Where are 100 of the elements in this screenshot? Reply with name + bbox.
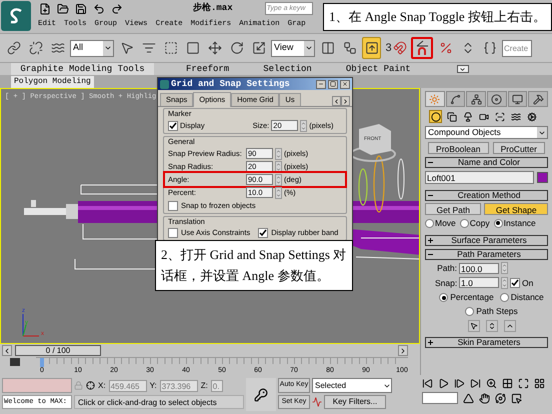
ribbon-tab[interactable]: Freeform bbox=[184, 63, 232, 75]
instruction-note: 1、在 Angle Snap Toggle 按钮上右击。 bbox=[323, 3, 552, 31]
view-cube-drawing[interactable] bbox=[350, 124, 396, 162]
object-type-button[interactable]: ProBoolean bbox=[428, 142, 489, 154]
command-button[interactable]: Get Shape bbox=[484, 203, 548, 215]
minimize-button[interactable] bbox=[316, 80, 326, 88]
radio-button[interactable] bbox=[460, 218, 469, 228]
ribbon-dropdown-button[interactable] bbox=[456, 65, 469, 73]
next-frame-button[interactable] bbox=[398, 345, 408, 356]
time-slider[interactable]: 0 / 100 bbox=[15, 345, 101, 356]
quick-access-button[interactable] bbox=[38, 2, 52, 16]
crosshair-icon[interactable] bbox=[86, 381, 95, 390]
link-icon bbox=[6, 41, 20, 55]
dropdown[interactable]: View bbox=[271, 40, 315, 56]
ribbon-panel-tab[interactable]: Polygon Modeling bbox=[11, 76, 94, 88]
object-type-button[interactable]: ProCutter bbox=[492, 142, 546, 154]
selection-set-field[interactable]: Create bbox=[502, 40, 532, 56]
spinner-arrows[interactable] bbox=[501, 262, 508, 274]
skip-forward-icon[interactable] bbox=[470, 378, 481, 389]
unlink-icon bbox=[28, 41, 42, 55]
angle-snap-button[interactable] bbox=[411, 37, 433, 59]
panel-tab[interactable] bbox=[528, 91, 548, 107]
nodes-icon bbox=[342, 41, 356, 55]
app-menu-button[interactable] bbox=[1, 1, 31, 31]
category-button[interactable] bbox=[525, 110, 538, 123]
ribbon-tab[interactable]: Selection bbox=[261, 63, 314, 75]
category-dropdown[interactable]: Compound Objects bbox=[425, 126, 548, 139]
dashed-square-icon bbox=[164, 41, 178, 55]
dropdown[interactable]: All bbox=[70, 40, 114, 56]
panel-tab[interactable] bbox=[446, 91, 466, 107]
checkbox[interactable] bbox=[168, 200, 178, 210]
toolbar-button[interactable]: 3 bbox=[384, 37, 408, 59]
align-button[interactable] bbox=[486, 320, 498, 332]
spinner-arrows[interactable] bbox=[275, 174, 282, 186]
category-button[interactable] bbox=[429, 110, 442, 123]
frame-field[interactable] bbox=[422, 392, 458, 404]
radio-button[interactable] bbox=[494, 218, 503, 228]
orbit-icon[interactable] bbox=[495, 392, 506, 404]
close-button[interactable] bbox=[340, 80, 350, 88]
step-forward-icon[interactable] bbox=[454, 378, 465, 389]
spinner-field[interactable]: 1.0 bbox=[459, 277, 499, 288]
spinner-arrows[interactable] bbox=[275, 160, 282, 172]
toolbar-button[interactable] bbox=[362, 37, 381, 59]
maximize-button[interactable] bbox=[328, 80, 338, 88]
play-icon[interactable] bbox=[438, 378, 449, 389]
curve-icon bbox=[450, 94, 461, 104]
spinner-arrows[interactable] bbox=[501, 276, 508, 289]
category-button[interactable] bbox=[445, 110, 458, 123]
maximize-icon bbox=[330, 81, 336, 87]
panel-tab[interactable] bbox=[508, 91, 528, 107]
radio-button[interactable] bbox=[500, 293, 509, 302]
checkbox[interactable] bbox=[168, 120, 178, 130]
spinner-arrows[interactable] bbox=[275, 186, 282, 198]
rollout-header[interactable]: Creation Method bbox=[425, 190, 548, 201]
checkbox[interactable] bbox=[168, 228, 178, 238]
panel-tab[interactable] bbox=[487, 91, 507, 107]
key-mode-dropdown[interactable]: Selected bbox=[312, 378, 392, 393]
helper-icon bbox=[494, 112, 504, 122]
grid-icon[interactable] bbox=[502, 378, 513, 389]
folder-icon bbox=[57, 2, 69, 14]
panel-tab[interactable] bbox=[466, 91, 486, 107]
category-button[interactable] bbox=[493, 110, 506, 123]
key-filters-button[interactable]: Key Filters... bbox=[324, 395, 386, 409]
scroll-right-button[interactable] bbox=[341, 96, 350, 106]
quick-access-button[interactable] bbox=[110, 2, 124, 16]
curve-icon[interactable] bbox=[312, 397, 322, 407]
previous-frame-button[interactable] bbox=[2, 345, 12, 356]
rollout-header[interactable]: Skin Parameters bbox=[425, 336, 548, 348]
quick-access-button[interactable] bbox=[56, 2, 70, 16]
zoom-icon[interactable] bbox=[486, 378, 497, 389]
radio-button[interactable] bbox=[439, 293, 448, 302]
command-button[interactable]: Get Path bbox=[425, 203, 482, 215]
select-region-icon[interactable] bbox=[511, 392, 522, 404]
checkbox[interactable] bbox=[510, 278, 520, 288]
script-listener-field[interactable] bbox=[2, 378, 72, 393]
rollout-header[interactable]: Name and Color bbox=[425, 157, 548, 168]
field-label: Z: bbox=[200, 380, 208, 392]
pan-icon[interactable] bbox=[479, 392, 490, 404]
radio-button[interactable] bbox=[465, 306, 474, 316]
hammer-icon bbox=[532, 94, 544, 104]
ribbon-tab[interactable]: Graphite Modeling Tools bbox=[11, 63, 154, 75]
scroll-left-button[interactable] bbox=[332, 96, 341, 106]
quick-access-button[interactable] bbox=[74, 2, 88, 16]
name-field[interactable]: Loft001 bbox=[425, 171, 534, 184]
spinner-field[interactable]: 100.0 bbox=[459, 262, 499, 274]
ribbon-tab[interactable]: Object Paint bbox=[344, 63, 413, 75]
quick-access-button[interactable] bbox=[92, 2, 106, 16]
layout-icon[interactable] bbox=[534, 378, 545, 389]
rollout-header[interactable]: Surface Parameters bbox=[425, 234, 548, 246]
radio-button[interactable] bbox=[425, 218, 434, 228]
rollout-header[interactable]: Path Parameters bbox=[425, 248, 548, 260]
color-swatch[interactable] bbox=[537, 172, 548, 183]
set-key-mode-button[interactable] bbox=[246, 378, 276, 411]
triangle-icon[interactable] bbox=[463, 392, 474, 404]
spinner-arrows[interactable] bbox=[300, 120, 308, 132]
maximize-icon[interactable] bbox=[518, 378, 529, 389]
skip-back-icon[interactable] bbox=[422, 378, 433, 389]
pick-button[interactable] bbox=[468, 320, 480, 332]
checkbox[interactable] bbox=[258, 228, 268, 238]
spinner-arrows[interactable] bbox=[275, 148, 282, 160]
